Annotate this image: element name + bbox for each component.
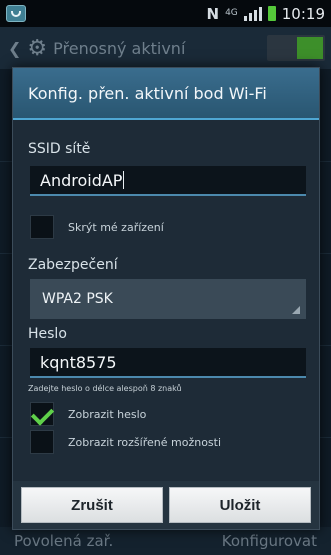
configure-label: Konfigurovat (221, 532, 317, 550)
ssid-label: SSID sítě (28, 141, 91, 157)
back-icon: ❮ (8, 38, 22, 58)
password-value: kqnt8575 (40, 352, 117, 372)
ssid-value: AndroidAP (40, 170, 123, 190)
cancel-button[interactable]: Zrušit (21, 487, 163, 523)
background-app-header: ❮ ⚙ Přenosný aktivní (0, 27, 331, 69)
security-label: Zabezpečení (28, 257, 118, 273)
status-icons: N 4G 10:19 (207, 5, 326, 23)
security-select[interactable]: WPA2 PSK (30, 279, 306, 319)
hide-device-label: Skrýt mé zařízení (68, 220, 164, 234)
password-label: Heslo (28, 326, 67, 342)
dropdown-corner-icon (292, 306, 300, 314)
security-value: WPA2 PSK (42, 291, 113, 307)
allowed-devices-label: Povolená zař. (14, 532, 114, 550)
dialog-title: Konfig. přen. aktivní bod Wi-Fi (13, 68, 319, 120)
signal-icon (243, 6, 262, 21)
dialog-title-text: Konfig. přen. aktivní bod Wi-Fi (28, 83, 267, 103)
password-hint: Zadejte heslo o délce alespoň 8 znaků (28, 384, 182, 393)
gear-icon: ⚙ (27, 35, 48, 61)
show-advanced-row[interactable]: Zobrazit rozšířené možnosti (30, 430, 221, 454)
hide-device-checkbox[interactable] (30, 215, 54, 239)
save-button[interactable]: Uložit (169, 487, 311, 523)
nfc-icon: N (206, 4, 220, 23)
show-advanced-label: Zobrazit rozšířené možnosti (68, 435, 222, 449)
hotspot-config-dialog: Konfig. přen. aktivní bod Wi-Fi SSID sít… (12, 67, 320, 530)
show-password-row[interactable]: Zobrazit heslo (30, 402, 146, 426)
clock: 10:19 (281, 4, 325, 23)
dialog-button-bar: Zrušit Uložit (13, 481, 319, 529)
battery-icon (267, 6, 276, 21)
status-bar: N 4G 10:19 (0, 0, 331, 27)
password-input[interactable]: kqnt8575 (30, 348, 306, 378)
text-caret (123, 171, 125, 189)
hide-device-row[interactable]: Skrýt mé zařízení (30, 215, 164, 239)
background-app-bottom-bar: Povolená zař. Konfigurovat (0, 527, 331, 555)
show-password-label: Zobrazit heslo (68, 407, 147, 421)
hotspot-toggle (267, 35, 325, 61)
show-advanced-checkbox[interactable] (30, 430, 54, 454)
hotspot-notification-icon (6, 5, 26, 22)
background-app-title: Přenosný aktivní (53, 38, 186, 58)
ssid-input[interactable]: AndroidAP (30, 166, 306, 196)
network-type-label: 4G (225, 8, 238, 18)
show-password-checkbox[interactable] (30, 402, 54, 426)
